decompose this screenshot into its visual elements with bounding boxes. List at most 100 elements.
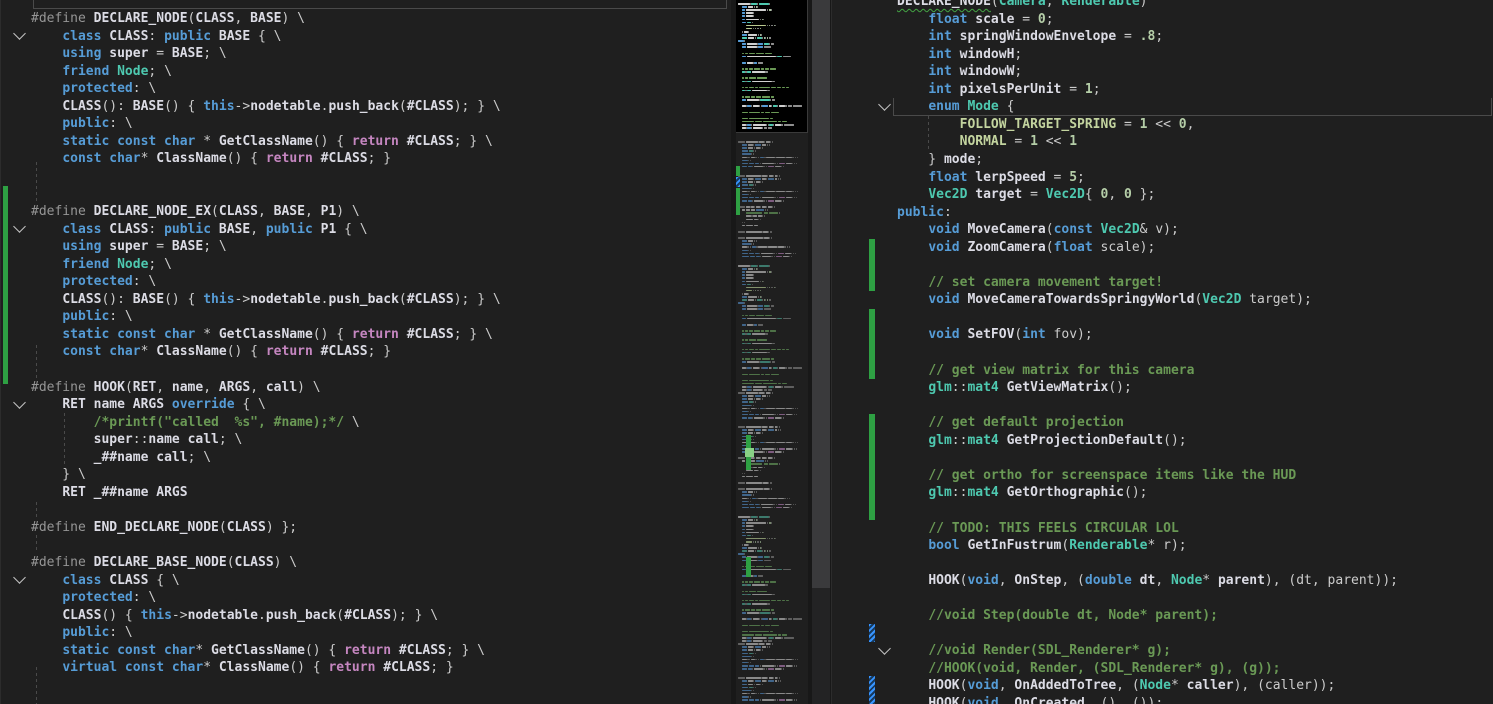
code-token: this <box>203 99 234 114</box>
code-line[interactable]: int springWindowEnvelope = .8; <box>831 28 1493 46</box>
code-line[interactable]: #define DECLARE_BASE_NODE(CLASS) \ <box>0 554 731 572</box>
code-line[interactable] <box>831 590 1493 608</box>
code-line[interactable] <box>831 625 1493 643</box>
code-line[interactable] <box>831 449 1493 467</box>
code-line[interactable]: int windowW; <box>831 63 1493 81</box>
code-line[interactable]: // get default projection <box>831 414 1493 432</box>
code-line[interactable] <box>831 344 1493 362</box>
code-line[interactable]: void ZoomCamera(float scale); <box>831 239 1493 257</box>
code-line[interactable]: glm::mat4 GetViewMatrix(); <box>831 379 1493 397</box>
code-token: : \ <box>133 274 156 289</box>
code-line[interactable] <box>831 555 1493 573</box>
code-line[interactable]: int pixelsPerUnit = 1; <box>831 81 1493 99</box>
scrollbar-track[interactable] <box>812 0 830 704</box>
minimap-code-mark <box>747 535 751 537</box>
code-line[interactable]: NORMAL = 1 << 1 <box>831 133 1493 151</box>
code-line[interactable] <box>0 168 731 186</box>
code-line[interactable]: // set camera movement target! <box>831 274 1493 292</box>
code-line[interactable]: CLASS(): BASE() { this->nodetable.push_b… <box>0 291 731 309</box>
code-line[interactable]: //HOOK(void, Render, (SDL_Renderer* g), … <box>831 660 1493 678</box>
right-editor-pane[interactable]: DECLARE_NODE(Camera, Renderable) float s… <box>831 0 1493 704</box>
code-line[interactable]: void SetFOV(int fov); <box>831 326 1493 344</box>
code-line[interactable]: RET _##name ARGS <box>0 484 731 502</box>
code-line[interactable] <box>831 397 1493 415</box>
code-line[interactable]: // TODO: THIS FEELS CIRCULAR LOL <box>831 520 1493 538</box>
code-line[interactable]: RET name ARGS override { \ <box>0 396 731 414</box>
code-line[interactable]: /*printf("called %s", #name);*/ \ <box>0 414 731 432</box>
code-line[interactable]: const char* ClassName() { return #CLASS;… <box>0 343 731 361</box>
code-line[interactable]: super::name call; \ <box>0 431 731 449</box>
code-line[interactable]: const char* ClassName() { return #CLASS;… <box>0 150 731 168</box>
code-line[interactable]: HOOK(void, OnAddedToTree, (Node* caller)… <box>831 677 1493 695</box>
code-line[interactable]: class CLASS { \ <box>0 572 731 590</box>
code-line[interactable] <box>0 361 731 379</box>
code-line[interactable] <box>0 677 731 695</box>
code-line[interactable] <box>0 537 731 555</box>
code-line[interactable]: class CLASS: public BASE { \ <box>0 28 731 46</box>
code-line[interactable]: //void Render(SDL_Renderer* g); <box>831 642 1493 660</box>
code-line[interactable]: //void Step(double dt, Node* parent); <box>831 607 1493 625</box>
code-line[interactable] <box>0 501 731 519</box>
code-token: super <box>94 432 133 447</box>
code-token: push_back <box>328 292 398 307</box>
minimap-code-mark <box>742 315 744 317</box>
code-line[interactable]: CLASS(): BASE() { this->nodetable.push_b… <box>0 98 731 116</box>
code-line[interactable]: _##name call; \ <box>0 449 731 467</box>
code-line[interactable]: HOOK(void, OnCreated, (), ()); <box>831 695 1493 704</box>
code-line[interactable]: float scale = 0; <box>831 11 1493 29</box>
code-line[interactable] <box>831 502 1493 520</box>
code-line[interactable]: #define END_DECLARE_NODE(CLASS) }; <box>0 519 731 537</box>
code-line[interactable]: glm::mat4 GetOrthographic(); <box>831 484 1493 502</box>
code-line[interactable]: protected: \ <box>0 589 731 607</box>
code-line[interactable]: #define HOOK(RET, name, ARGS, call) \ <box>0 379 731 397</box>
code-line[interactable] <box>0 694 731 704</box>
code-token <box>164 397 172 412</box>
code-line[interactable]: void MoveCamera(const Vec2D& v); <box>831 221 1493 239</box>
code-line[interactable]: } \ <box>0 466 731 484</box>
code-line[interactable]: #define DECLARE_NODE(CLASS, BASE) \ <box>0 10 731 28</box>
code-line[interactable]: static const char * GetClassName() { ret… <box>0 133 731 151</box>
code-line[interactable]: protected: \ <box>0 80 731 98</box>
code-line[interactable]: friend Node; \ <box>0 256 731 274</box>
code-line[interactable]: float lerpSpeed = 5; <box>831 169 1493 187</box>
code-line[interactable]: CLASS() { this->nodetable.push_back(#CLA… <box>0 607 731 625</box>
code-line[interactable]: int windowH; <box>831 46 1493 64</box>
code-line[interactable]: FOLLOW_TARGET_SPRING = 1 << 0, <box>831 116 1493 134</box>
code-line[interactable]: #define DECLARE_NODE_EX(CLASS, BASE, P1)… <box>0 203 731 221</box>
code-line[interactable]: HOOK(void, OnStep, (double dt, Node* par… <box>831 572 1493 590</box>
code-line[interactable]: public: \ <box>0 115 731 133</box>
code-line[interactable]: public: \ <box>0 624 731 642</box>
minimap-code-mark <box>742 121 754 123</box>
code-line[interactable]: protected: \ <box>0 273 731 291</box>
code-line[interactable]: // get ortho for screenspace items like … <box>831 467 1493 485</box>
minimap-code-mark <box>781 637 783 639</box>
code-line[interactable]: enum Mode { <box>831 98 1493 116</box>
code-line[interactable]: using super = BASE; \ <box>0 238 731 256</box>
code-line[interactable] <box>831 256 1493 274</box>
minimap-code-mark <box>742 395 747 397</box>
code-line[interactable]: static const char* GetClassName() { retu… <box>0 642 731 660</box>
minimap-code-mark <box>755 653 756 655</box>
code-line[interactable] <box>0 186 731 204</box>
code-line[interactable]: public: <box>831 204 1493 222</box>
minimap-code-mark <box>777 618 778 620</box>
code-line[interactable]: friend Node; \ <box>0 63 731 81</box>
code-line[interactable]: // get view matrix for this camera <box>831 362 1493 380</box>
left-editor-pane[interactable]: #define DECLARE_NODE(CLASS, BASE) \ clas… <box>0 0 731 704</box>
scrollbar-thumb[interactable] <box>812 0 830 588</box>
code-line[interactable]: using super = BASE; \ <box>0 45 731 63</box>
code-line[interactable]: } mode; <box>831 151 1493 169</box>
minimap[interactable] <box>736 0 808 704</box>
code-line[interactable]: DECLARE_NODE(Camera, Renderable) <box>831 0 1493 11</box>
code-line[interactable]: public: \ <box>0 308 731 326</box>
code-line[interactable]: void MoveCameraTowardsSpringyWorld(Vec2D… <box>831 291 1493 309</box>
code-line[interactable]: virtual const char* ClassName() { return… <box>0 659 731 677</box>
code-token: 5 <box>1069 170 1077 185</box>
code-line[interactable]: static const char * GetClassName() { ret… <box>0 326 731 344</box>
code-line[interactable]: class CLASS: public BASE, public P1 { \ <box>0 221 731 239</box>
minimap-slider[interactable] <box>736 0 808 133</box>
code-line[interactable]: bool GetInFustrum(Renderable* r); <box>831 537 1493 555</box>
code-line[interactable]: glm::mat4 GetProjectionDefault(); <box>831 432 1493 450</box>
code-line[interactable]: Vec2D target = Vec2D{ 0, 0 }; <box>831 186 1493 204</box>
code-line[interactable] <box>831 309 1493 327</box>
